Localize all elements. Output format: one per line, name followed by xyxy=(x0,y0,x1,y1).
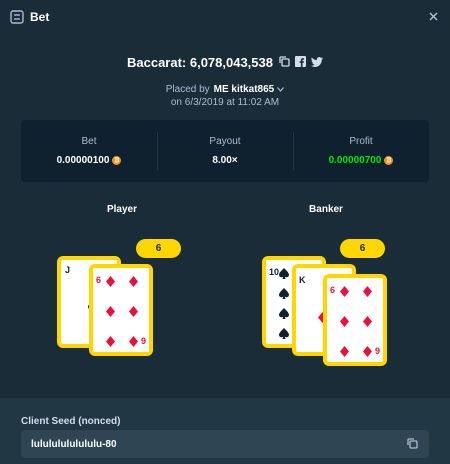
banker-card-3: 6 9 xyxy=(323,274,387,366)
modal-header: Bet xyxy=(0,0,450,34)
client-seed-field[interactable]: lulululululululu-80 xyxy=(21,430,429,458)
bitcoin-icon: ₿ xyxy=(112,156,122,165)
diamond-icon xyxy=(106,276,115,287)
stat-payout: Payout 8.00× xyxy=(157,120,293,182)
diamond-icon xyxy=(340,316,349,327)
bet-id-line: Baccarat: 6,078,043,538 xyxy=(0,52,450,72)
bet-id-title: Baccarat: 6,078,043,538 xyxy=(126,54,273,70)
diamond-icon xyxy=(106,336,115,347)
spade-icon xyxy=(279,328,289,339)
facebook-icon[interactable] xyxy=(295,55,306,70)
copy-icon[interactable] xyxy=(279,55,290,70)
spade-icon xyxy=(279,288,289,299)
spade-icon xyxy=(279,308,289,319)
diamond-icon xyxy=(129,336,138,347)
player-score-badge: 6 xyxy=(136,239,181,258)
player-card-2: 6 9 xyxy=(89,264,153,356)
diamond-icon xyxy=(106,306,115,317)
card-rank: J xyxy=(65,265,71,275)
profit-amount: 0.00000700 xyxy=(328,155,382,166)
bet-value: 0.00000100 ₿ xyxy=(57,155,122,166)
diamond-icon xyxy=(340,346,349,357)
diamond-icon xyxy=(363,316,372,327)
placed-by-line: Placed by ME kitkat865 xyxy=(0,82,450,96)
card-rank: 6 xyxy=(96,275,102,285)
diamond-icon xyxy=(129,276,138,287)
bet-label: Bet xyxy=(81,136,97,147)
banker-score-badge: 6 xyxy=(340,239,385,258)
profit-label: Profit xyxy=(349,136,373,147)
diamond-icon xyxy=(363,346,372,357)
copy-icon[interactable] xyxy=(407,438,419,450)
player-label: Player xyxy=(106,204,138,215)
payout-value: 8.00× xyxy=(212,155,238,166)
diamond-icon xyxy=(363,286,372,297)
card-rank: K xyxy=(299,275,306,285)
client-seed-label: Client Seed (nonced) xyxy=(21,416,121,427)
stat-profit: Profit 0.00000700 ₿ xyxy=(293,120,429,182)
diamond-icon xyxy=(129,306,138,317)
bet-stats-panel: Bet 0.00000100 ₿ Payout 8.00× Profit 0.0… xyxy=(21,120,429,182)
bet-amount: 0.00000100 xyxy=(56,155,110,166)
card-rank: 6 xyxy=(330,285,336,295)
user-name-link[interactable]: ME kitkat865 xyxy=(214,84,275,95)
payout-label: Payout xyxy=(209,136,241,147)
close-icon[interactable] xyxy=(426,9,440,23)
placed-by-prefix: Placed by xyxy=(165,83,210,95)
chevron-down-icon[interactable] xyxy=(277,85,285,94)
client-seed-value: lulululululululu-80 xyxy=(31,438,117,450)
banker-label: Banker xyxy=(309,204,343,215)
client-seed-section: Client Seed (nonced) lulululululululu-80 xyxy=(0,398,450,464)
card-rank-bottom: 9 xyxy=(140,336,146,346)
twitter-icon[interactable] xyxy=(311,55,323,70)
bet-list-icon xyxy=(10,10,24,24)
modal-title: Bet xyxy=(30,10,50,24)
stat-bet: Bet 0.00000100 ₿ xyxy=(21,120,157,182)
bet-date: on 6/3/2019 at 11:02 AM xyxy=(170,97,280,108)
diamond-icon xyxy=(340,286,349,297)
bitcoin-icon: ₿ xyxy=(384,156,394,165)
card-rank-bottom: 9 xyxy=(374,346,380,356)
spade-icon xyxy=(279,268,289,279)
profit-value: 0.00000700 ₿ xyxy=(329,155,394,166)
card-rank: 10 xyxy=(269,267,280,277)
